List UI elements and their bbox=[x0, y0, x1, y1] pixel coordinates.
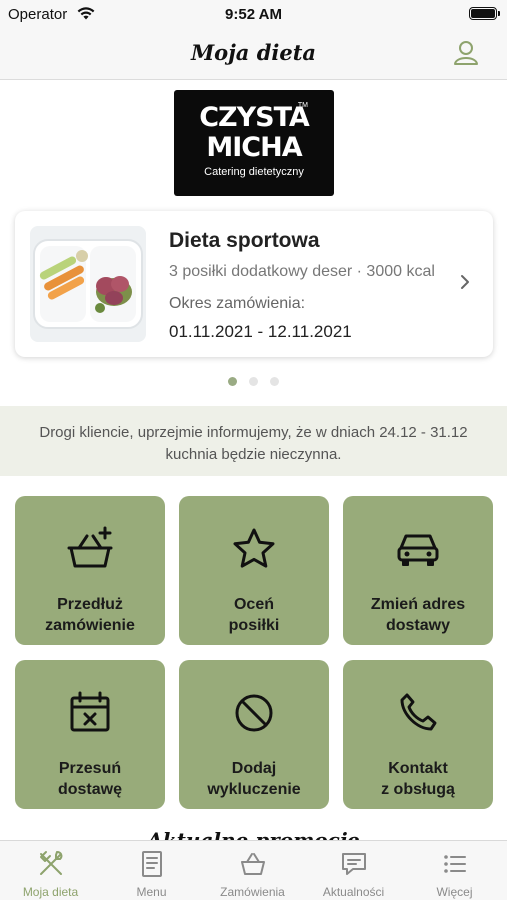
meal-photo bbox=[30, 226, 146, 342]
tile-label: Kontakt z obsługą bbox=[381, 760, 455, 798]
logo-line1: CZYSTA bbox=[199, 102, 310, 133]
tab-label: Moja dieta bbox=[22, 885, 79, 899]
menu-doc-icon bbox=[142, 851, 162, 877]
basket-plus-icon bbox=[67, 526, 113, 568]
logo-subtitle: Catering dietetyczny bbox=[204, 166, 304, 178]
change-address-tile[interactable]: Zmień adres dostawy bbox=[343, 496, 493, 645]
chevron-right-icon bbox=[461, 275, 469, 289]
battery-icon bbox=[469, 7, 500, 20]
carousel-dot[interactable] bbox=[228, 377, 237, 386]
tile-label: Zmień adres dostawy bbox=[370, 596, 466, 634]
list-icon bbox=[444, 855, 466, 873]
tab-label: Aktualności bbox=[322, 885, 385, 899]
diet-description: 3 posiłki dodatkowy deser · 3000 kcal bbox=[169, 263, 435, 280]
clock: 9:52 AM bbox=[225, 6, 282, 23]
tab-news[interactable]: Aktualności bbox=[303, 841, 404, 900]
tab-label: Więcej bbox=[436, 885, 473, 899]
carousel-dot[interactable] bbox=[270, 377, 279, 386]
nav-bar: Moja dieta bbox=[0, 30, 507, 80]
brand-logo: CZYSTA TM MICHA Catering dietetyczny bbox=[174, 90, 334, 196]
tab-my-diet[interactable]: Moja dieta bbox=[0, 841, 101, 900]
status-bar: Operator 9:52 AM bbox=[0, 0, 507, 30]
phone-icon bbox=[400, 693, 437, 731]
add-exclusion-tile[interactable]: Dodaj wykluczenie bbox=[179, 660, 329, 809]
calendar-x-icon bbox=[70, 691, 110, 732]
tab-menu[interactable]: Menu bbox=[101, 841, 202, 900]
diet-name: Dieta sportowa bbox=[169, 229, 320, 252]
carousel-dots[interactable] bbox=[0, 373, 507, 391]
rate-meals-tile[interactable]: Oceń posiłki bbox=[179, 496, 329, 645]
order-period: 01.11.2021 - 12.11.2021 bbox=[169, 322, 352, 341]
logo-trademark: TM bbox=[297, 102, 308, 109]
postpone-delivery-tile[interactable]: Przesuń dostawę bbox=[15, 660, 165, 809]
tile-label: Przedłuż zamówienie bbox=[45, 596, 135, 634]
tab-orders[interactable]: Zamówienia bbox=[202, 841, 303, 900]
user-icon[interactable] bbox=[451, 38, 481, 68]
tile-label: Dodaj wykluczenie bbox=[207, 760, 301, 798]
tab-more[interactable]: Więcej bbox=[404, 841, 505, 900]
page-title: Moja dieta bbox=[190, 40, 317, 65]
tab-label: Menu bbox=[136, 885, 167, 899]
info-notice: Drogi kliencie, uprzejmie informujemy, ż… bbox=[0, 406, 507, 476]
order-period-label: Okres zamówienia: bbox=[169, 295, 306, 312]
tab-label: Zamówienia bbox=[220, 885, 285, 899]
carousel-dot[interactable] bbox=[249, 377, 258, 386]
diet-card[interactable]: Dieta sportowa 3 posiłki dodatkowy deser… bbox=[15, 211, 493, 357]
message-icon bbox=[342, 853, 366, 875]
contact-support-tile[interactable]: Kontakt z obsługą bbox=[343, 660, 493, 809]
star-icon bbox=[233, 528, 275, 568]
tab-bar: Moja dieta Menu Zamówienia Aktualności W… bbox=[0, 840, 507, 900]
tile-label: Przesuń dostawę bbox=[57, 760, 122, 798]
basket-icon bbox=[241, 853, 265, 875]
car-icon bbox=[397, 534, 439, 566]
logo-line2: MICHA bbox=[206, 132, 302, 163]
extend-order-tile[interactable]: Przedłuż zamówienie bbox=[15, 496, 165, 645]
tile-label: Oceń posiłki bbox=[228, 596, 280, 634]
ban-icon bbox=[235, 694, 273, 732]
cutlery-icon bbox=[40, 851, 63, 875]
